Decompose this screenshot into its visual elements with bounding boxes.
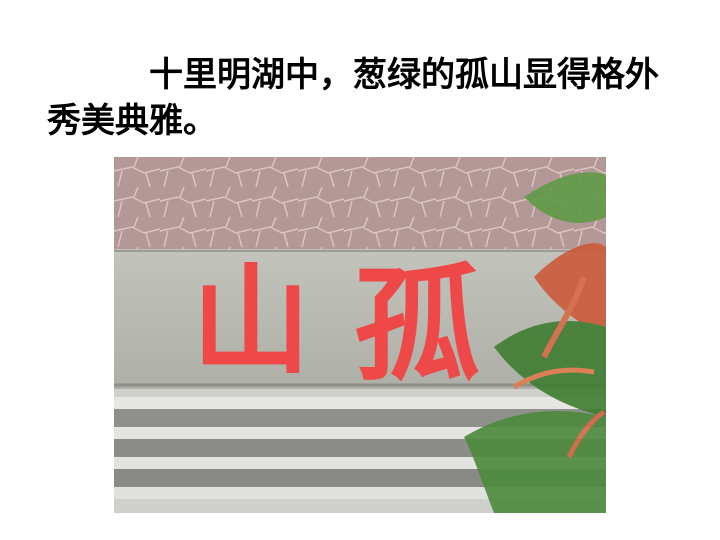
slide-text: 十里明湖中，葱绿的孤山显得格外秀美典雅。 — [47, 55, 659, 141]
stone-wall — [114, 157, 606, 257]
inscription-char-gu: 孤 — [354, 251, 480, 399]
inscription-char-shan: 山 — [192, 251, 310, 390]
gushan-inscription-photo: 山 孤 — [114, 157, 606, 513]
